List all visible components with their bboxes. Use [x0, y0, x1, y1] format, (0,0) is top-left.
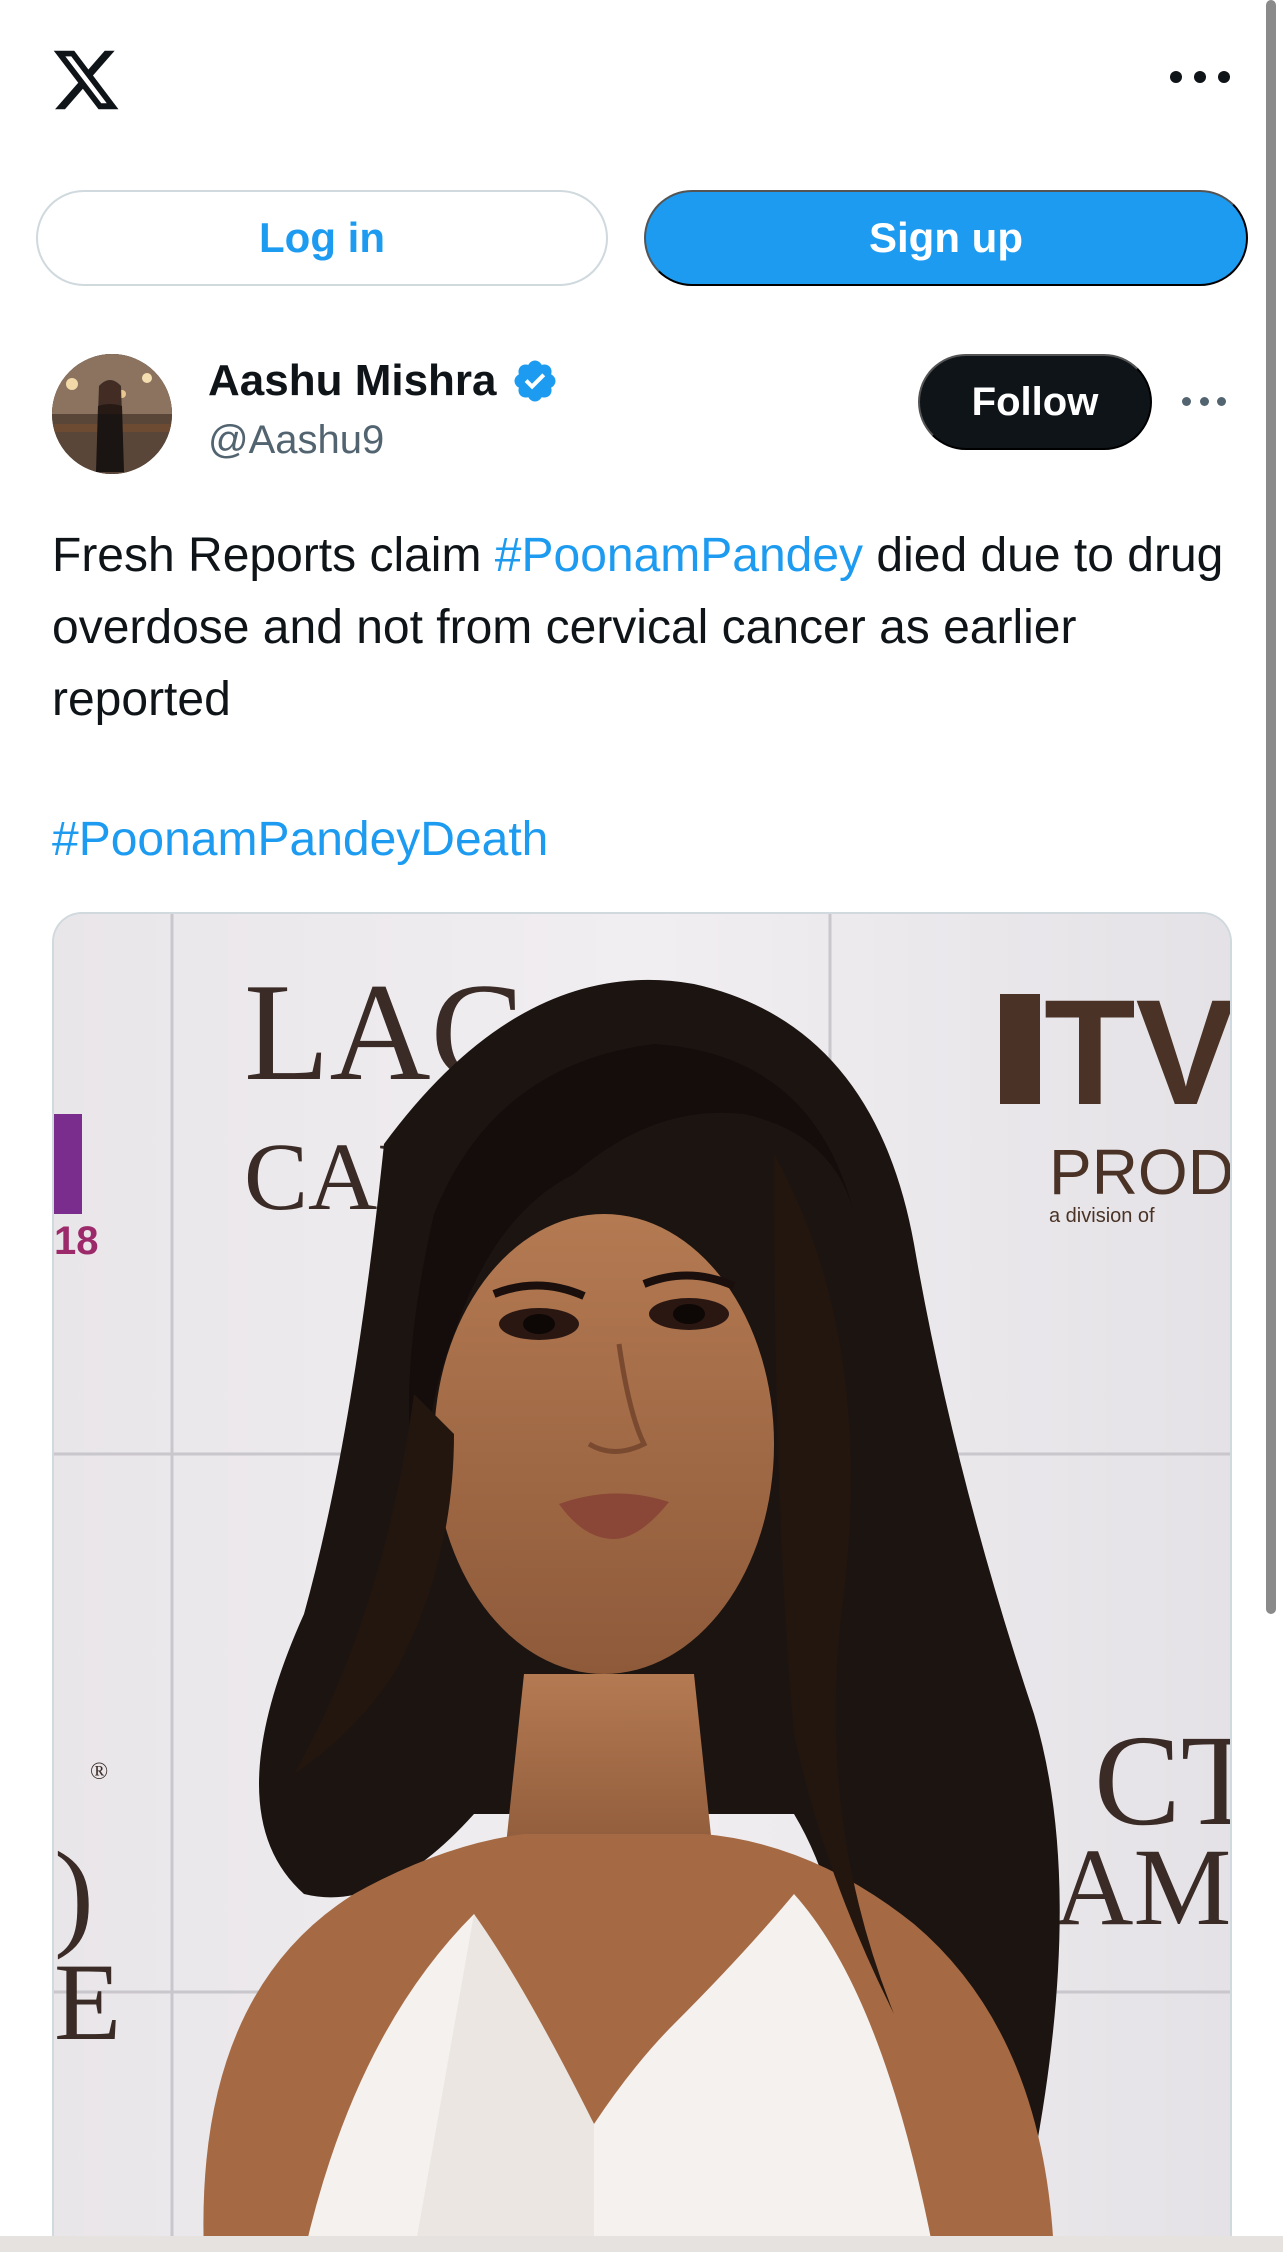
scrollbar[interactable]: [1266, 0, 1276, 1614]
backdrop-text: a division of: [1049, 1205, 1155, 1227]
author-name-row[interactable]: Aashu Mishra: [208, 356, 559, 406]
backdrop-text: E: [54, 1941, 121, 2063]
backdrop-text: PRODUCT: [1049, 1136, 1232, 1208]
post-more-icon[interactable]: [1182, 388, 1226, 414]
author-handle[interactable]: @Aashu9: [208, 418, 384, 463]
hashtag-link-death[interactable]: #PoonamPandeyDeath: [52, 804, 548, 876]
media-photo: LAC CAL 18 TV PRODUCT a division of ) ® …: [54, 914, 1232, 2252]
post-media-image[interactable]: LAC CAL 18 TV PRODUCT a division of ) ® …: [52, 912, 1232, 2252]
more-horizontal-icon[interactable]: [1170, 62, 1230, 92]
log-in-button[interactable]: Log in: [36, 190, 608, 286]
backdrop-text: TV: [1044, 968, 1232, 1136]
backdrop-text: 18: [54, 1219, 99, 1263]
sign-up-button[interactable]: Sign up: [644, 190, 1248, 286]
avatar[interactable]: [52, 354, 172, 474]
svg-text:®: ®: [90, 1759, 108, 1785]
backdrop-text: AM: [1054, 1826, 1231, 1948]
author-name[interactable]: Aashu Mishra: [208, 356, 497, 406]
post-text-part1: Fresh Reports claim: [52, 529, 495, 582]
bottom-edge: [0, 2236, 1283, 2252]
post-text: Fresh Reports claim #PoonamPandey died d…: [52, 520, 1232, 736]
hashtag-link[interactable]: #PoonamPandey: [495, 529, 863, 582]
top-bar: [0, 0, 1283, 170]
x-logo-icon[interactable]: [50, 44, 122, 116]
follow-button[interactable]: Follow: [918, 354, 1152, 450]
verified-badge-icon: [514, 360, 556, 402]
avatar-image: [52, 354, 172, 474]
